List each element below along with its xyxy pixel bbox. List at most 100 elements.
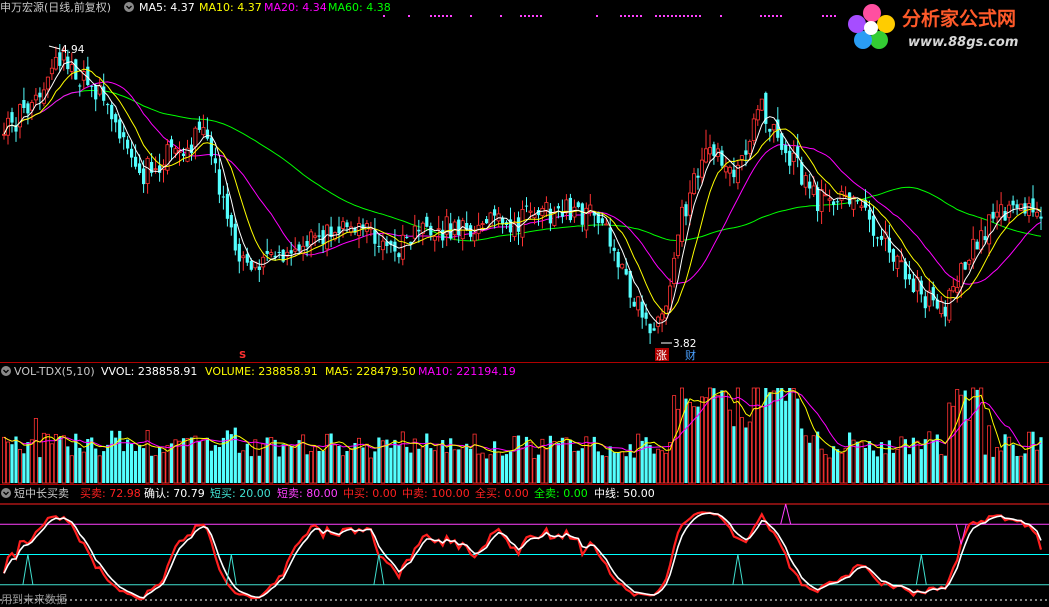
volume-bar-down	[616, 452, 620, 483]
volume-bar-down	[943, 455, 947, 483]
cai-marker: 财	[685, 348, 696, 362]
volume-bar-down	[576, 450, 580, 483]
volume-bar-up	[61, 435, 66, 484]
candle-body-up	[959, 263, 964, 288]
indicator-name[interactable]: 短中长买卖	[14, 486, 69, 500]
volume-bar-up	[81, 451, 86, 484]
settings-icon[interactable]	[124, 2, 134, 12]
info-dot	[830, 15, 832, 17]
info-dot	[383, 15, 385, 17]
candle-body-up	[293, 248, 298, 252]
candle-body-up	[309, 231, 314, 246]
candle-body-up	[859, 205, 864, 208]
volume-bar-up	[552, 440, 557, 484]
volume-bar-up	[811, 435, 816, 484]
volume-bar-down	[277, 456, 281, 483]
volume-bar-down	[493, 441, 497, 483]
volume-bar-up	[899, 436, 904, 484]
candle-body-down	[429, 225, 433, 236]
candle-body-down	[983, 236, 987, 241]
candle-body-up	[708, 147, 713, 155]
candle-body-down	[10, 112, 14, 123]
info-dot	[764, 15, 766, 17]
volume-bar-down	[556, 443, 560, 483]
volume-bar-down	[648, 445, 652, 483]
candle-body-up	[704, 148, 709, 163]
volume-bar-up	[364, 443, 369, 484]
ma20-legend: MA20: 4.34	[264, 1, 327, 14]
volume-bar-up	[460, 446, 465, 484]
volume-bar-down	[249, 456, 253, 483]
volume-bar-up	[680, 387, 685, 484]
candle-body-up	[53, 57, 58, 70]
volume-bar-up	[313, 446, 318, 484]
volume-bar-down	[138, 444, 142, 483]
candle-body-down	[879, 235, 884, 240]
confirm-legend: 确认: 70.79	[144, 487, 205, 500]
candle-body-down	[425, 216, 429, 227]
candle-body-down	[911, 278, 915, 292]
candle-body-down	[130, 148, 134, 158]
volume-bar-down	[855, 441, 860, 483]
volume-bar-down	[776, 388, 780, 483]
candle-body-down	[1011, 200, 1015, 206]
volume-bar-down	[197, 440, 201, 483]
volume-bar-down	[975, 389, 979, 483]
volume-bar-up	[332, 444, 337, 484]
candle-body-down	[975, 241, 979, 250]
logo-title: 分析家公式网	[902, 7, 1016, 30]
volume-bar-up	[161, 452, 166, 484]
volume-bar-down	[245, 443, 249, 483]
candle-body-down	[189, 144, 194, 154]
volume-indicator-name[interactable]: VOL-TDX(5,10)	[14, 365, 95, 378]
volume-bar-down	[963, 390, 967, 483]
volume-bar-up	[955, 388, 960, 484]
candle-body-up	[664, 305, 669, 319]
indicator-settings-icon[interactable]	[1, 488, 11, 498]
candle-body-down	[696, 175, 700, 178]
volume-bar-up	[995, 447, 1000, 484]
volume-bar-up	[823, 454, 828, 484]
candle-body-down	[106, 104, 110, 106]
candle-body-down	[441, 229, 445, 241]
volume-bar-down	[1023, 453, 1027, 483]
candle-body-down	[225, 193, 229, 219]
candle-body-up	[987, 214, 992, 245]
volume-bar-down	[221, 437, 225, 483]
info-dot	[528, 15, 530, 17]
info-dot	[628, 15, 630, 17]
volume-settings-icon[interactable]	[1, 366, 11, 376]
candle-body-up	[999, 204, 1004, 218]
volume-bar-down	[106, 444, 110, 483]
candle-body-down	[963, 261, 967, 270]
volume-bar-down	[237, 452, 241, 483]
candle-body-up	[680, 206, 685, 243]
volume-bar-up	[751, 387, 756, 484]
volume-bar-up	[1019, 455, 1024, 484]
info-dot	[683, 15, 685, 17]
candle-body-up	[604, 223, 609, 226]
volume-bar-down	[800, 428, 804, 483]
volume-bar-up	[145, 429, 150, 484]
candle-body-down	[493, 209, 497, 216]
volume-bar-up	[588, 442, 593, 484]
volume-bar-up	[520, 447, 525, 484]
volume-bar-down	[457, 449, 461, 483]
candle-body-down	[126, 139, 130, 149]
candle-body-up	[412, 225, 417, 239]
volume-bar-down	[808, 442, 812, 483]
volume-bar-up	[967, 419, 972, 484]
stock-name[interactable]: 申万宏源(日线,前复权)	[0, 0, 111, 14]
volume-bar-down	[764, 388, 768, 483]
volume-bar-down	[600, 455, 604, 483]
candle-body-up	[241, 255, 246, 259]
candle-body-down	[1039, 216, 1043, 219]
candle-body-up	[692, 173, 697, 194]
volume-bar-down	[788, 388, 792, 483]
indicator-legend: 短中长买卖 买卖: 72.98 确认: 70.79 短买: 20.00 短卖: …	[1, 486, 655, 500]
candle-body-up	[951, 286, 956, 292]
volume-bar-down	[469, 448, 473, 483]
volume-bar-up	[53, 433, 58, 484]
volume-bar-down	[1011, 444, 1015, 483]
volume-bar-up	[45, 433, 50, 484]
